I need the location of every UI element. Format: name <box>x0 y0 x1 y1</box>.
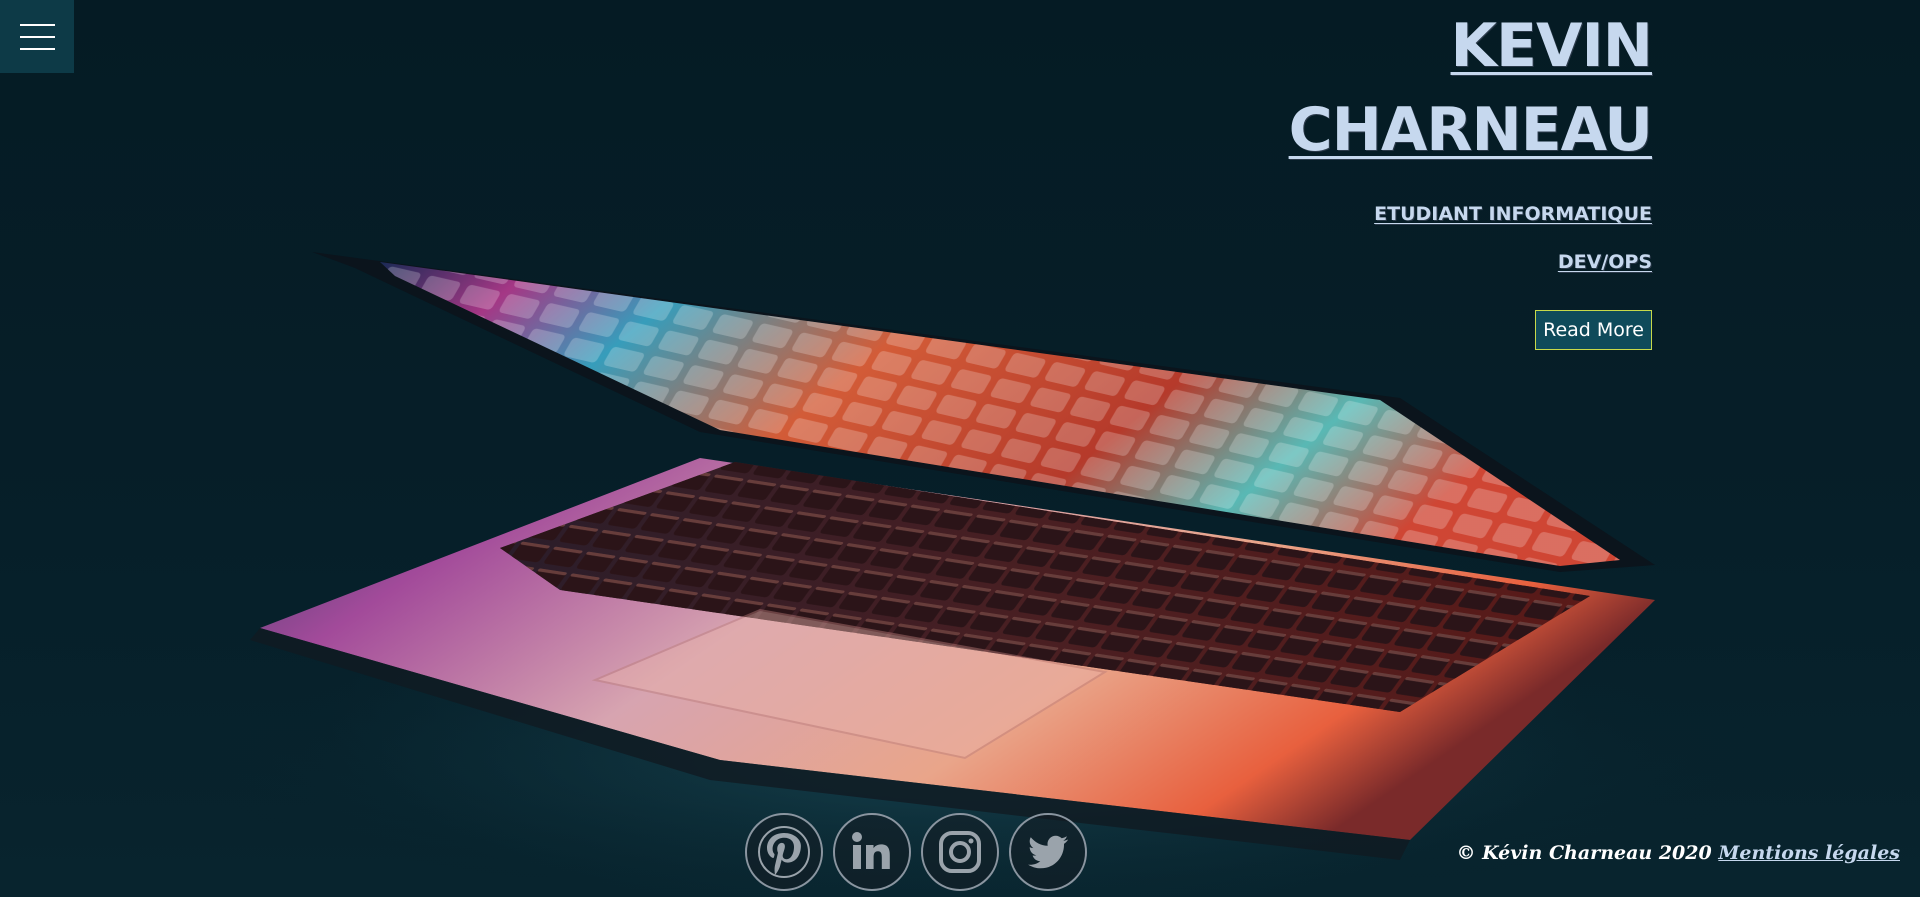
page: KEVIN CHARNEAU ETUDIANT INFORMATIQUE DEV… <box>0 0 1920 897</box>
twitter-glyph <box>1028 835 1069 869</box>
pinterest-glyph <box>758 826 810 878</box>
linkedin-icon[interactable] <box>833 813 911 891</box>
hero-subtitle-study[interactable]: ETUDIANT INFORMATIQUE <box>1289 190 1652 238</box>
hamburger-bar <box>20 48 55 50</box>
hero-name-first[interactable]: KEVIN <box>1289 4 1653 88</box>
hero-subtitle-role[interactable]: DEV/OPS <box>1289 238 1652 286</box>
twitter-icon[interactable] <box>1009 813 1087 891</box>
copyright-text: © Kévin Charneau 2020 <box>1456 842 1712 864</box>
legal-notice-link[interactable]: Mentions légales <box>1718 842 1900 864</box>
hero-name-last[interactable]: CHARNEAU <box>1289 88 1653 172</box>
linkedin-glyph <box>852 832 890 869</box>
social-links <box>745 813 1087 891</box>
menu-toggle-button[interactable] <box>0 0 74 73</box>
hamburger-menu-icon <box>20 24 55 26</box>
pinterest-icon[interactable] <box>745 813 823 891</box>
instagram-icon[interactable] <box>921 813 999 891</box>
hamburger-bar <box>20 36 55 38</box>
hero-text: KEVIN CHARNEAU ETUDIANT INFORMATIQUE DEV… <box>1289 4 1653 350</box>
read-more-button[interactable]: Read More <box>1535 310 1652 350</box>
instagram-glyph <box>939 831 981 873</box>
footer: © Kévin Charneau 2020 Mentions légales <box>1456 842 1900 864</box>
